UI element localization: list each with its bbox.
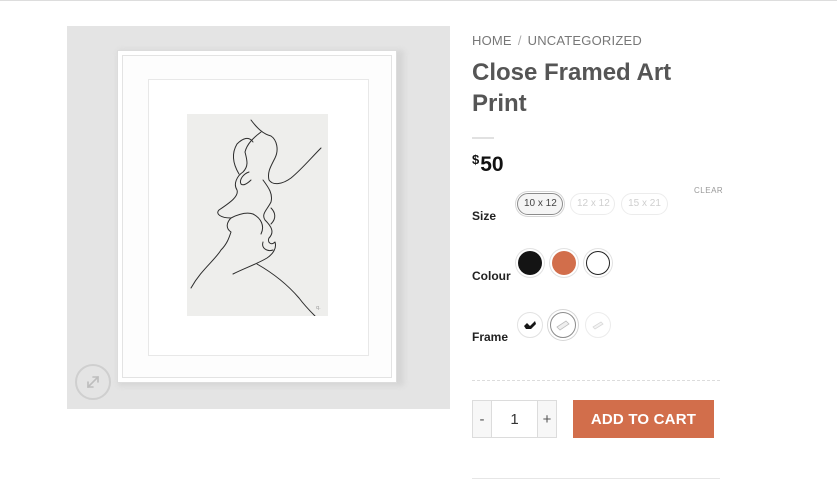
quantity-stepper: - + <box>472 400 557 438</box>
quantity-input[interactable] <box>492 400 537 438</box>
size-option-12x12[interactable]: 12 x 12 <box>570 193 615 215</box>
clear-selection-link[interactable]: CLEAR <box>694 186 723 195</box>
colour-label: Colour <box>472 269 511 283</box>
variations-divider <box>472 380 720 381</box>
svg-text:q.: q. <box>316 305 321 311</box>
line-art-faces: q. <box>190 119 322 317</box>
summary-bottom-divider <box>472 478 720 479</box>
colour-swatch-white[interactable] <box>586 251 610 275</box>
colour-swatch-orange[interactable] <box>552 251 576 275</box>
product-title: Close Framed Art Print <box>472 59 672 117</box>
zoom-button[interactable] <box>75 364 111 400</box>
add-to-cart-button[interactable]: ADD TO CART <box>573 400 714 438</box>
frame-option-white[interactable] <box>550 312 576 338</box>
size-option-10x12[interactable]: 10 x 12 <box>517 193 563 215</box>
price-currency: $ <box>472 152 480 167</box>
frame-option-light[interactable] <box>585 312 611 338</box>
product-image-gallery[interactable]: q. <box>67 26 450 409</box>
breadcrumb-category-link[interactable]: UNCATEGORIZED <box>528 33 642 48</box>
breadcrumb: HOME / UNCATEGORIZED <box>472 33 642 48</box>
black-frame-icon <box>524 321 536 329</box>
quantity-plus-button[interactable]: + <box>537 400 557 438</box>
product-price: $50 <box>472 152 504 177</box>
line-art-print: q. <box>187 114 328 317</box>
size-label: Size <box>472 209 497 223</box>
top-divider <box>0 0 837 1</box>
white-frame-icon <box>556 320 570 331</box>
price-amount: 50 <box>480 153 504 176</box>
frame-label: Frame <box>472 330 509 344</box>
frame-option-black[interactable] <box>517 312 543 338</box>
colour-swatch-black[interactable] <box>518 251 542 275</box>
breadcrumb-separator: / <box>517 33 522 48</box>
size-option-15x21[interactable]: 15 x 21 <box>621 193 668 215</box>
breadcrumb-home-link[interactable]: HOME <box>472 33 512 48</box>
expand-icon <box>87 376 99 388</box>
quantity-minus-button[interactable]: - <box>472 400 492 438</box>
title-divider <box>472 137 494 139</box>
light-frame-icon <box>592 321 604 330</box>
